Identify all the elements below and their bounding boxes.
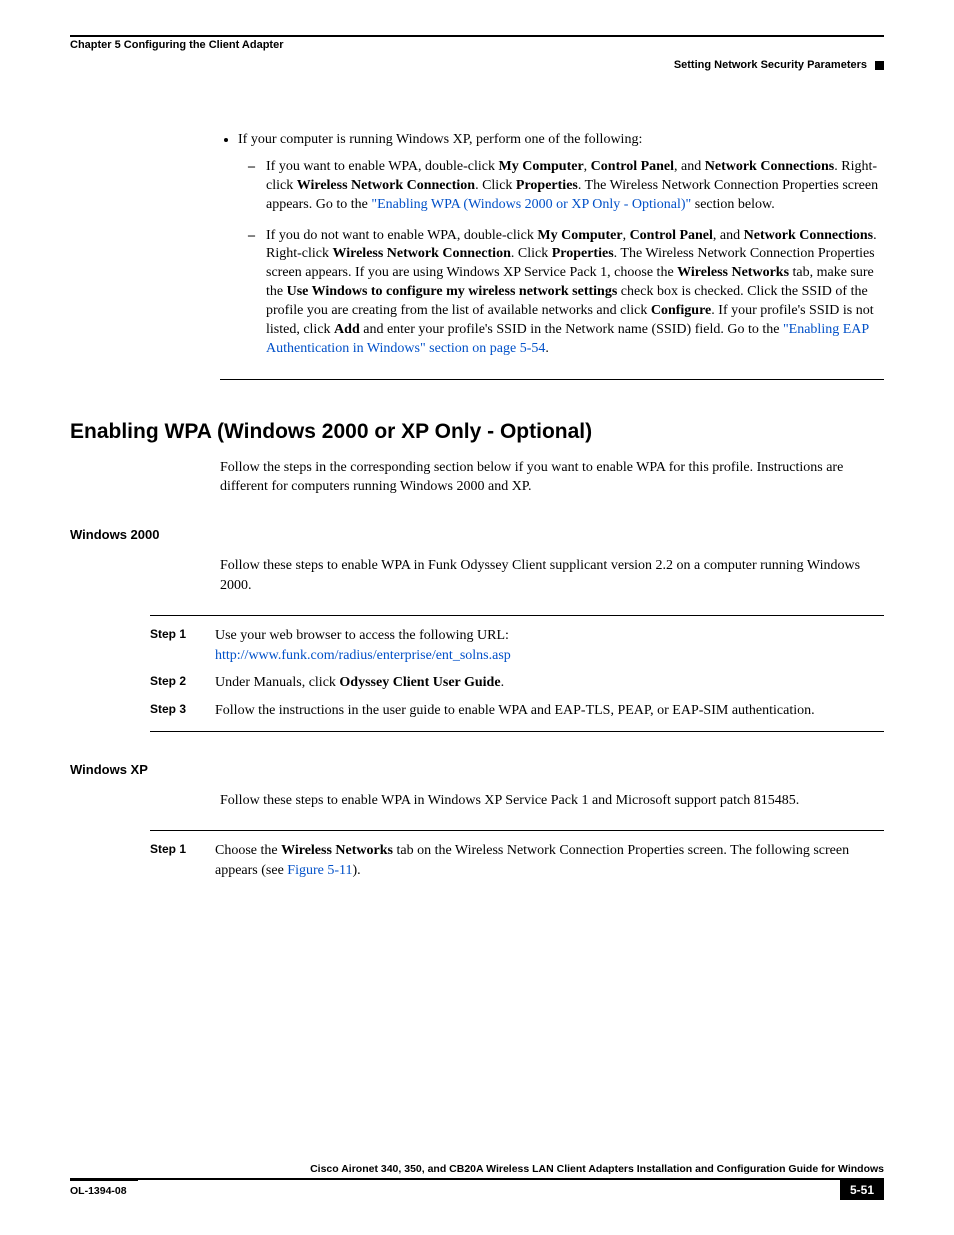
dash-no-wpa: If you do not want to enable WPA, double…: [266, 227, 884, 359]
step-row: Step 3 Follow the instructions in the us…: [150, 701, 884, 721]
divider: [220, 379, 884, 380]
section-title: Enabling WPA (Windows 2000 or XP Only - …: [70, 420, 884, 444]
win2000-intro: Follow these steps to enable WPA in Funk…: [220, 556, 884, 595]
header-square-icon: [875, 61, 884, 70]
step1-text: Use your web browser to access the follo…: [215, 626, 884, 646]
link-enabling-wpa[interactable]: "Enabling WPA (Windows 2000 or XP Only -…: [371, 197, 691, 212]
section-label: Setting Network Security Parameters: [674, 59, 867, 71]
bullet-xp-text: If your computer is running Windows XP, …: [238, 132, 642, 147]
step3-text: Follow the instructions in the user guid…: [215, 701, 884, 721]
step-label: Step 2: [150, 673, 215, 693]
step-label: Step 3: [150, 701, 215, 721]
subsection-win2000: Windows 2000: [70, 527, 884, 542]
footer-doc-id: OL-1394-08: [70, 1180, 138, 1200]
step-label: Step 1: [150, 841, 215, 880]
link-funk-url[interactable]: http://www.funk.com/radius/enterprise/en…: [215, 648, 511, 663]
step-row: Step 1 Use your web browser to access th…: [150, 626, 884, 665]
bullet-xp: If your computer is running Windows XP, …: [238, 131, 884, 359]
footer-guide-title: Cisco Aironet 340, 350, and CB20A Wirele…: [70, 1163, 884, 1180]
dash-enable-wpa: If you want to enable WPA, double-click …: [266, 158, 884, 215]
winxp-steps: Step 1 Choose the Wireless Networks tab …: [150, 841, 884, 880]
step-row: Step 1 Choose the Wireless Networks tab …: [150, 841, 884, 880]
step-row: Step 2 Under Manuals, click Odyssey Clie…: [150, 673, 884, 693]
body-content: If your computer is running Windows XP, …: [220, 131, 884, 380]
win2000-steps: Step 1 Use your web browser to access th…: [150, 626, 884, 720]
subsection-winxp: Windows XP: [70, 762, 884, 777]
chapter-label: Chapter 5 Configuring the Client Adapter: [70, 39, 284, 51]
link-figure-5-11[interactable]: Figure 5-11: [287, 863, 352, 878]
steps-top-rule-2: [150, 830, 884, 831]
section-intro: Follow the steps in the corresponding se…: [220, 458, 884, 497]
page-footer: Cisco Aironet 340, 350, and CB20A Wirele…: [70, 1163, 884, 1200]
footer-page-number: 5-51: [840, 1180, 884, 1200]
steps-top-rule: [150, 615, 884, 616]
winxp-intro: Follow these steps to enable WPA in Wind…: [220, 791, 884, 811]
section-header: Setting Network Security Parameters: [70, 59, 884, 71]
page-header: Chapter 5 Configuring the Client Adapter: [70, 35, 884, 51]
step-label: Step 1: [150, 626, 215, 665]
steps-bottom-rule: [150, 731, 884, 732]
